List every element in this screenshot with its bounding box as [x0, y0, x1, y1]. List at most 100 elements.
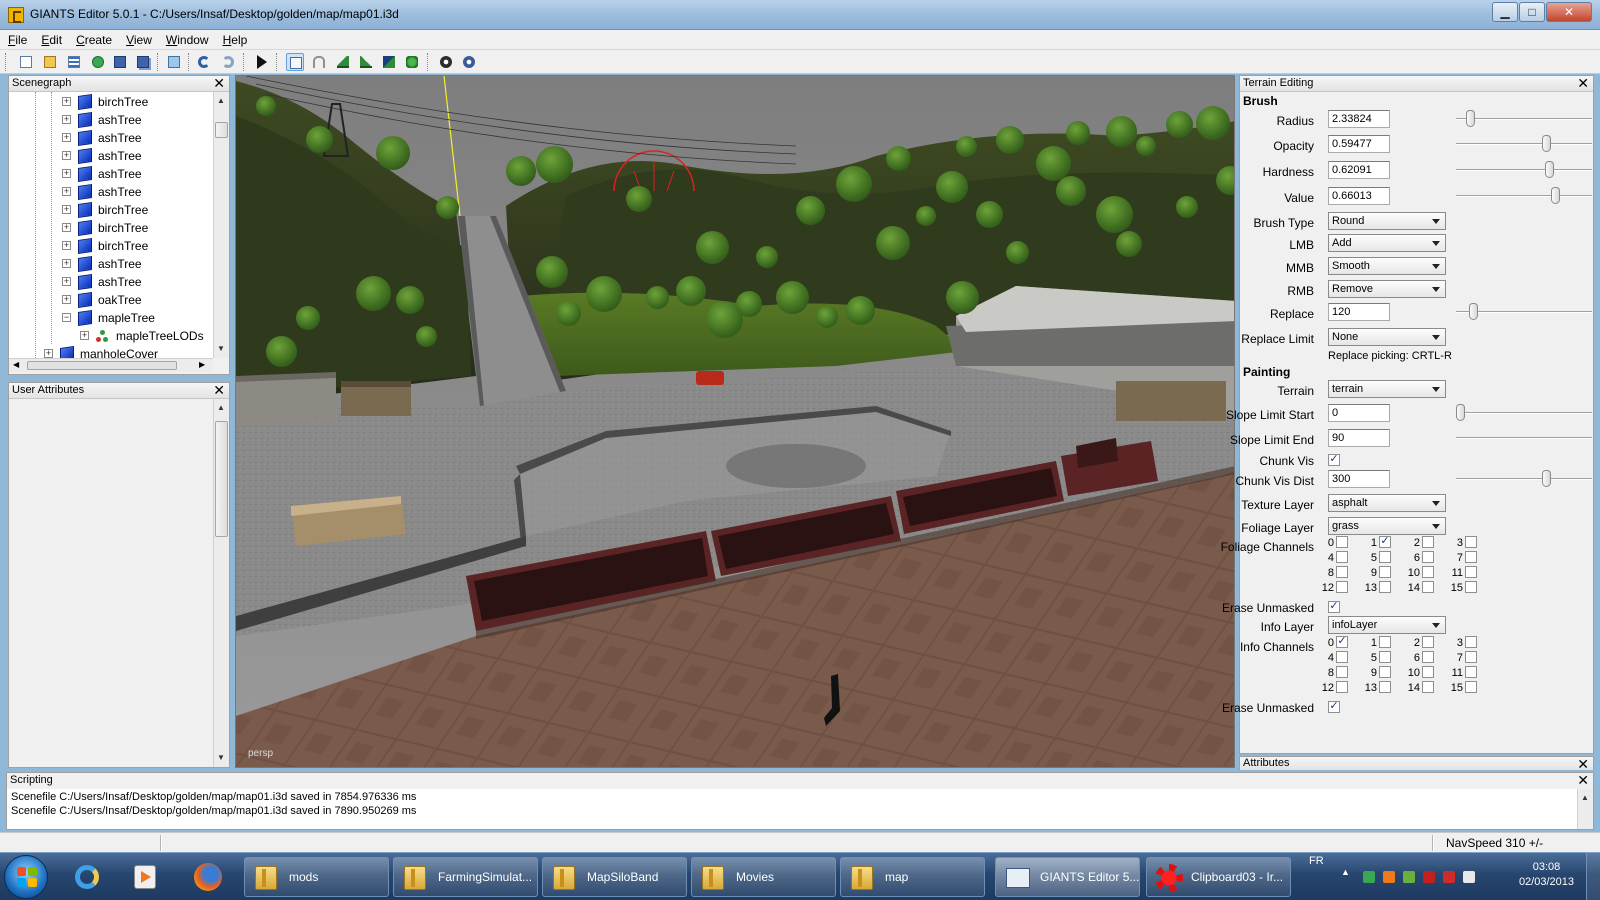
slope-end-field[interactable]: 90 [1328, 429, 1390, 447]
radius-slider-thumb[interactable] [1466, 110, 1476, 127]
slope-end-slider[interactable] [1456, 437, 1592, 439]
foliage-channel-checkbox[interactable]: ✓ [1379, 536, 1391, 548]
radius-slider[interactable] [1456, 118, 1592, 120]
hscroll-thumb[interactable] [27, 361, 177, 370]
save-icon[interactable] [111, 53, 129, 71]
media-player-icon[interactable] [120, 857, 172, 897]
flag-tray-icon[interactable] [1443, 871, 1455, 883]
foliage-channel-checkbox[interactable] [1422, 551, 1434, 563]
close-button[interactable]: ✕ [1546, 2, 1592, 22]
scroll-down-icon[interactable]: ▼ [217, 344, 225, 353]
scenegraph-tree[interactable]: + birchTree + ashTree + ashTree + ashTree + ashTr… [9, 92, 213, 358]
opacity-slider-thumb[interactable] [1541, 135, 1551, 152]
start-button[interactable] [4, 855, 48, 899]
replace-limit-select[interactable]: None [1328, 328, 1446, 346]
network-tray-icon[interactable] [1363, 871, 1375, 883]
task-clipboard[interactable]: Clipboard03 - Ir... [1146, 857, 1291, 897]
expand-toggle[interactable]: + [62, 169, 71, 178]
foliage-channel-checkbox[interactable] [1379, 581, 1391, 593]
tree-item[interactable]: + birchTree [9, 201, 209, 219]
info-channel-checkbox[interactable] [1379, 681, 1391, 693]
chunk-vis-dist-field[interactable]: 300 [1328, 470, 1390, 488]
lmb-select[interactable]: Add [1328, 234, 1446, 252]
scroll-down-icon[interactable]: ▼ [217, 753, 225, 762]
info-channel-checkbox[interactable] [1379, 651, 1391, 663]
close-icon[interactable]: ✕ [1577, 757, 1589, 771]
chunk-vis-dist-slider-thumb[interactable] [1541, 470, 1551, 487]
hardness-slider-thumb[interactable] [1545, 161, 1555, 178]
script-log[interactable]: Scenefile C:/Users/Insaf/Desktop/golden/… [7, 789, 1577, 829]
expand-toggle[interactable]: + [62, 205, 71, 214]
settings-icon[interactable] [437, 53, 455, 71]
radius-field[interactable]: 2.33824 [1328, 110, 1390, 128]
close-icon[interactable]: ✕ [1577, 773, 1589, 787]
tree-item[interactable]: + ashTree [9, 183, 209, 201]
info-channel-checkbox[interactable] [1336, 681, 1348, 693]
foliage-channel-checkbox[interactable] [1336, 581, 1348, 593]
menu-view[interactable]: View [118, 30, 158, 47]
info-channel-checkbox[interactable] [1422, 681, 1434, 693]
settings-alt-icon[interactable] [460, 53, 478, 71]
expand-toggle[interactable]: + [62, 133, 71, 142]
menu-file[interactable]: File [0, 30, 33, 47]
expand-toggle[interactable]: − [62, 313, 71, 322]
undo-icon[interactable] [195, 53, 213, 71]
expand-toggle[interactable]: + [62, 241, 71, 250]
menu-help[interactable]: Help [215, 30, 254, 47]
refresh-icon[interactable] [89, 53, 107, 71]
task-farmingsimulator[interactable]: FarmingSimulat... [393, 857, 538, 897]
terrain-select[interactable]: terrain [1328, 380, 1446, 398]
tree-item[interactable]: + birchTree [9, 237, 209, 255]
terrain-foliage-icon[interactable] [380, 53, 398, 71]
erase-unmasked-checkbox-2[interactable]: ✓ [1328, 701, 1340, 713]
foliage-channel-checkbox[interactable] [1422, 581, 1434, 593]
list-icon[interactable] [65, 53, 83, 71]
scroll-up-icon[interactable]: ▲ [1581, 793, 1589, 802]
info-channel-checkbox[interactable] [1465, 681, 1477, 693]
tree-item[interactable]: + ashTree [9, 165, 209, 183]
foliage-channel-checkbox[interactable] [1336, 551, 1348, 563]
scroll-thumb[interactable] [215, 421, 228, 537]
expand-toggle[interactable]: + [62, 97, 71, 106]
tree-item[interactable]: + manholeCover [9, 345, 209, 358]
menu-window[interactable]: Window [158, 30, 215, 47]
hardness-field[interactable]: 0.62091 [1328, 161, 1390, 179]
replace-field[interactable]: 120 [1328, 303, 1390, 321]
menu-create[interactable]: Create [68, 30, 118, 47]
info-layer-select[interactable]: infoLayer [1328, 616, 1446, 634]
expand-toggle[interactable]: + [62, 223, 71, 232]
replace-slider-thumb[interactable] [1468, 303, 1478, 320]
foliage-channel-checkbox[interactable] [1465, 551, 1477, 563]
new-icon[interactable] [17, 53, 35, 71]
expand-toggle[interactable]: + [44, 349, 53, 358]
expand-toggle[interactable]: + [62, 259, 71, 268]
foliage-channel-checkbox[interactable] [1379, 566, 1391, 578]
info-channel-checkbox[interactable] [1422, 666, 1434, 678]
play-icon[interactable] [252, 53, 270, 71]
tray-expand-icon[interactable]: ▲ [1341, 867, 1350, 877]
open-icon[interactable] [41, 53, 59, 71]
value-slider[interactable] [1456, 195, 1592, 197]
menu-edit[interactable]: Edit [33, 30, 68, 47]
foliage-channel-checkbox[interactable] [1465, 536, 1477, 548]
brush-type-select[interactable]: Round [1328, 212, 1446, 230]
tree-item[interactable]: + ashTree [9, 273, 209, 291]
texture-layer-select[interactable]: asphalt [1328, 494, 1446, 512]
hardness-slider[interactable] [1456, 169, 1592, 171]
info-channel-checkbox[interactable] [1422, 651, 1434, 663]
slope-start-slider[interactable] [1456, 412, 1592, 414]
foliage-paint-icon[interactable] [403, 53, 421, 71]
terrain-raise-icon[interactable] [334, 53, 352, 71]
info-channel-checkbox[interactable] [1465, 651, 1477, 663]
tree-item[interactable]: + birchTree [9, 93, 209, 111]
redo-icon[interactable] [219, 53, 237, 71]
scenegraph-hscroll[interactable]: ◀ ▶ [9, 358, 213, 372]
maximize-button[interactable]: □ [1519, 2, 1545, 22]
tree-item[interactable]: − mapleTree [9, 309, 209, 327]
chunk-vis-dist-slider[interactable] [1456, 478, 1592, 480]
expand-toggle[interactable]: + [62, 115, 71, 124]
opacity-slider[interactable] [1456, 143, 1592, 145]
script-vscroll[interactable]: ▲ [1577, 789, 1593, 829]
foliage-channel-checkbox[interactable] [1336, 566, 1348, 578]
firefox-icon[interactable] [182, 857, 234, 897]
